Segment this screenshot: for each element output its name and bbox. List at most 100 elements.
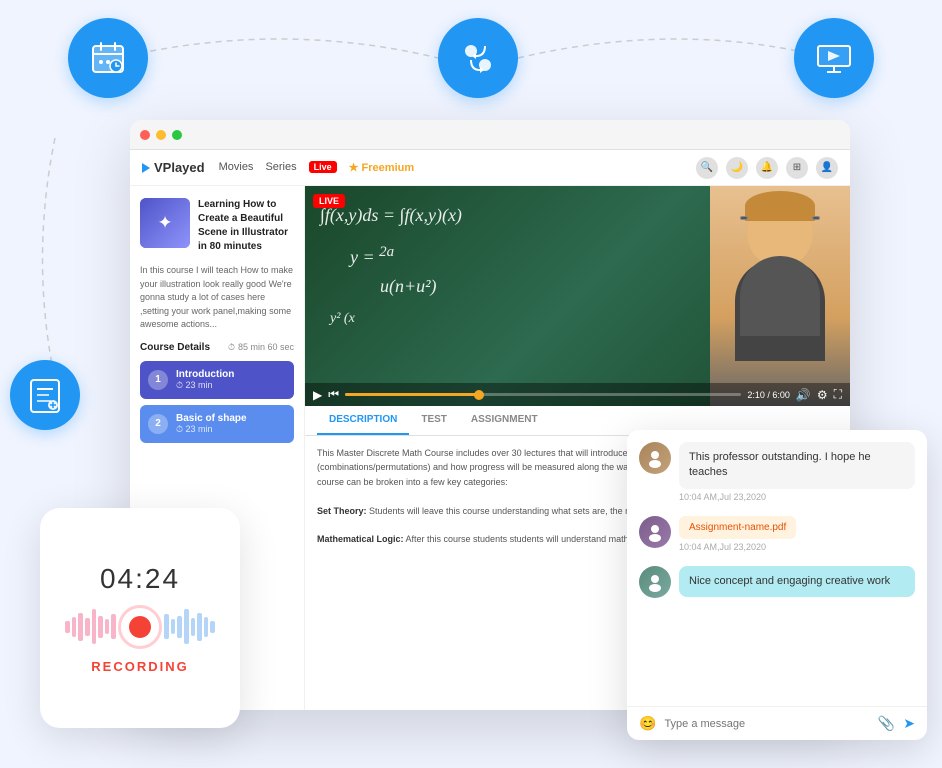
nav-freemium[interactable]: ★ Freemium — [349, 161, 415, 174]
lesson-item-2[interactable]: 2 Basic of shape ⏱ 23 min — [140, 405, 294, 443]
tab-test[interactable]: TEST — [409, 406, 459, 435]
chat-message-2: Assignment-name.pdf 10:04 AM,Jul 23,2020 — [639, 516, 915, 552]
wave-bar — [197, 613, 202, 641]
emoji-icon[interactable]: 😊 — [639, 715, 656, 732]
nav-series[interactable]: Series — [265, 161, 296, 174]
msg-1-bubble: This professor outstanding. I hope he te… — [679, 442, 915, 489]
chat-input-area: 😊 📎 ➤ — [627, 706, 927, 740]
video-controls[interactable]: ▶ ⏮ 2:10 / 6:00 🔊 ⚙ ⛶ — [305, 383, 850, 406]
grid-icon[interactable]: ⊞ — [786, 157, 808, 179]
search-icon[interactable]: 🔍 — [696, 157, 718, 179]
teacher-image — [710, 186, 850, 406]
maximize-dot[interactable] — [172, 130, 182, 140]
waveform — [65, 607, 215, 647]
recording-time: 04:24 — [100, 563, 180, 595]
nav-movies[interactable]: Movies — [219, 161, 254, 174]
course-duration: ⏱ 85 min 60 sec — [228, 342, 294, 353]
settings-button[interactable]: ⚙ — [817, 388, 828, 402]
wave-bar — [65, 621, 70, 633]
course-thumbnail: Learning How to Create a Beautiful Scene… — [140, 198, 294, 254]
wave-bar — [204, 617, 209, 637]
lesson-1-info: Introduction ⏱ 23 min — [176, 369, 234, 391]
chat-messages: This professor outstanding. I hope he te… — [627, 430, 927, 706]
close-dot[interactable] — [140, 130, 150, 140]
wave-bar — [72, 617, 77, 637]
nav-links: Movies Series Live ★ Freemium — [219, 161, 415, 174]
tab-assignment[interactable]: ASSIGNMENT — [459, 406, 550, 435]
wave-bar — [92, 609, 97, 644]
wave-bar — [98, 616, 103, 638]
live-badge: Live — [309, 161, 337, 173]
lesson-1-num: 1 — [148, 370, 168, 390]
wave-bar — [171, 619, 176, 634]
msg-1-time: 10:04 AM,Jul 23,2020 — [679, 492, 915, 502]
prev-button[interactable]: ⏮ — [328, 387, 339, 402]
time-display: 2:10 / 6:00 — [747, 390, 790, 400]
chat-message-1: This professor outstanding. I hope he te… — [639, 442, 915, 502]
wave-bar — [210, 621, 215, 633]
recording-widget: 04:24 RECORDING — [40, 508, 240, 728]
attachment-icon[interactable]: 📎 — [878, 715, 895, 732]
logo-triangle — [142, 163, 150, 173]
wave-bar — [164, 614, 169, 639]
msg-2-time: 10:04 AM,Jul 23,2020 — [679, 542, 915, 552]
lesson-1-name: Introduction — [176, 369, 234, 380]
browser-chrome — [130, 120, 850, 150]
avatar-3 — [639, 566, 671, 598]
user-avatar[interactable]: 👤 — [816, 157, 838, 179]
theme-icon[interactable]: 🌙 — [726, 157, 748, 179]
lesson-2-time: ⏱ 23 min — [176, 424, 247, 435]
record-dot — [129, 616, 151, 638]
send-button[interactable]: ➤ — [903, 715, 915, 732]
chat-panel: This professor outstanding. I hope he te… — [627, 430, 927, 740]
math-formula: ∫f(x,y)ds = ∫f(x,y)(x) y = 2a u(n+u²) y²… — [320, 201, 462, 331]
tab-description[interactable]: DESCRIPTION — [317, 406, 409, 435]
volume-button[interactable]: 🔊 — [796, 388, 811, 402]
logo: VPlayed — [142, 160, 205, 175]
wave-bar — [177, 616, 182, 638]
wave-bar — [191, 618, 196, 636]
course-title: Learning How to Create a Beautiful Scene… — [198, 198, 294, 254]
play-button[interactable]: ▶ — [313, 388, 322, 402]
video-player: ∫f(x,y)ds = ∫f(x,y)(x) y = 2a u(n+u²) y²… — [305, 186, 850, 406]
nav-icons: 🔍 🌙 🔔 ⊞ 👤 — [696, 157, 838, 179]
live-indicator: LIVE — [313, 194, 345, 208]
fullscreen-button[interactable]: ⛶ — [834, 387, 842, 402]
progress-fill — [345, 393, 484, 396]
lesson-1-time: ⏱ 23 min — [176, 380, 234, 391]
msg-3-bubble: Nice concept and engaging creative work — [679, 566, 915, 597]
education-icon — [794, 18, 874, 98]
course-description: In this course I will teach How to make … — [140, 264, 294, 332]
wave-bar — [111, 614, 116, 639]
chat-input-field[interactable] — [664, 718, 869, 730]
progress-dot — [474, 390, 484, 400]
lesson-2-num: 2 — [148, 414, 168, 434]
record-button[interactable] — [118, 605, 162, 649]
minimize-dot[interactable] — [156, 130, 166, 140]
wave-bar — [105, 619, 110, 634]
msg-2-content: Assignment-name.pdf 10:04 AM,Jul 23,2020 — [679, 516, 915, 552]
lesson-2-name: Basic of shape — [176, 413, 247, 424]
chat-message-3: Nice concept and engaging creative work — [639, 566, 915, 598]
nav-bar: VPlayed Movies Series Live ★ Freemium 🔍 … — [130, 150, 850, 186]
avatar-2 — [639, 516, 671, 548]
wave-bar — [78, 613, 83, 641]
wave-bar — [85, 618, 90, 636]
board-icon — [10, 360, 80, 430]
course-details-label: Course Details — [140, 342, 210, 353]
lesson-item-1[interactable]: 1 Introduction ⏱ 23 min — [140, 361, 294, 399]
recording-label: RECORDING — [91, 659, 188, 674]
nav-live[interactable]: Live — [309, 161, 337, 174]
msg-2-file[interactable]: Assignment-name.pdf — [679, 516, 796, 539]
avatar-1 — [639, 442, 671, 474]
course-details-header: Course Details ⏱ 85 min 60 sec — [140, 342, 294, 353]
user-exchange-icon — [438, 18, 518, 98]
progress-bar[interactable] — [345, 393, 741, 396]
notification-icon[interactable]: 🔔 — [756, 157, 778, 179]
lesson-2-info: Basic of shape ⏱ 23 min — [176, 413, 247, 435]
msg-1-content: This professor outstanding. I hope he te… — [679, 442, 915, 502]
calendar-icon — [68, 18, 148, 98]
wave-bar — [184, 609, 189, 644]
course-thumb-image — [140, 198, 190, 248]
msg-3-content: Nice concept and engaging creative work — [679, 566, 915, 597]
